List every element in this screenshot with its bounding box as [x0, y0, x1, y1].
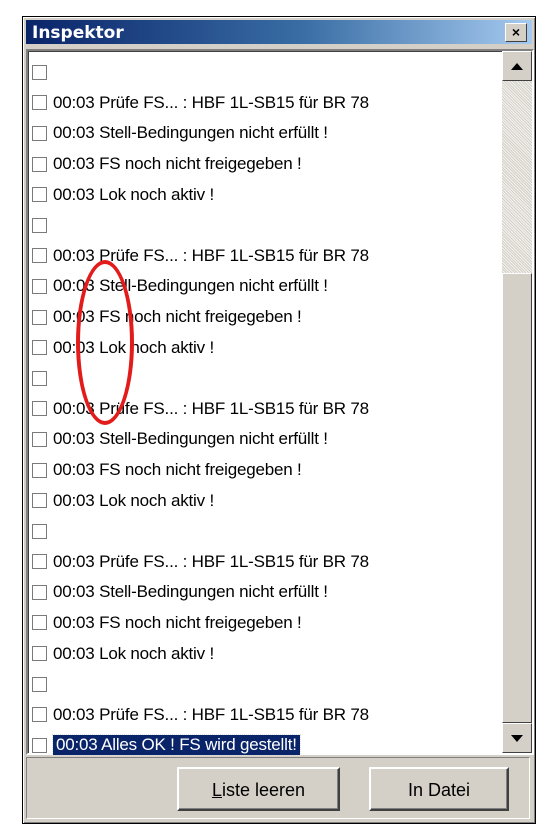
row-text: 00:03 FS noch nicht freigegeben ! [53, 154, 302, 174]
row-text: 00:03 Prüfe FS... : HBF 1L-SB15 für BR 7… [53, 704, 369, 724]
row-checkbox[interactable] [32, 615, 47, 631]
list-item[interactable]: 00:03 Prüfe FS... : HBF 1L-SB15 für BR 7… [32, 394, 492, 425]
list-item[interactable]: 00:03 Prüfe FS... : HBF 1L-SB15 für BR 7… [32, 88, 492, 119]
row-checkbox[interactable] [32, 401, 47, 417]
list-item[interactable]: 00:03 Prüfe FS... : HBF 1L-SB15 für BR 7… [32, 241, 492, 272]
row-checkbox[interactable] [32, 278, 47, 294]
row-text: 00:03 FS noch nicht freigegeben ! [53, 307, 302, 327]
close-button[interactable]: × [505, 23, 527, 42]
list-item[interactable]: 00:03 FS noch nicht freigegeben ! [32, 149, 492, 180]
row-checkbox[interactable] [32, 95, 47, 111]
list-item[interactable]: 00:03 Stell-Bedingungen nicht erfüllt ! [32, 577, 492, 608]
row-checkbox[interactable] [32, 584, 47, 600]
list-item[interactable] [32, 669, 492, 700]
button-bar: Liste leeren In Datei [26, 757, 530, 819]
row-checkbox[interactable] [32, 646, 47, 662]
arrow-down-icon [511, 734, 523, 742]
row-text: 00:03 Lok noch aktiv ! [53, 184, 214, 204]
list-item[interactable] [32, 57, 492, 88]
list-item[interactable]: 00:03 Stell-Bedingungen nicht erfüllt ! [32, 271, 492, 302]
row-text: 00:03 Stell-Bedingungen nicht erfüllt ! [53, 123, 328, 143]
list-item[interactable]: 00:03 Stell-Bedingungen nicht erfüllt ! [32, 424, 492, 455]
row-text: 00:03 Lok noch aktiv ! [53, 490, 214, 510]
row-text: 00:03 Stell-Bedingungen nicht erfüllt ! [53, 276, 328, 296]
scrollbar-thumb[interactable] [502, 273, 532, 723]
list-item[interactable] [32, 516, 492, 547]
close-icon: × [511, 24, 521, 40]
list-item[interactable]: 00:03 Stell-Bedingungen nicht erfüllt ! [32, 118, 492, 149]
row-checkbox[interactable] [32, 187, 47, 203]
row-checkbox[interactable] [32, 64, 47, 80]
row-checkbox[interactable] [32, 248, 47, 264]
list-item[interactable]: 00:03 Prüfe FS... : HBF 1L-SB15 für BR 7… [32, 699, 492, 730]
list-item[interactable]: 00:03 FS noch nicht freigegeben ! [32, 608, 492, 639]
row-checkbox[interactable] [32, 340, 47, 356]
row-checkbox[interactable] [32, 462, 47, 478]
list-item[interactable]: 00:03 Prüfe FS... : HBF 1L-SB15 für BR 7… [32, 547, 492, 578]
row-checkbox[interactable] [32, 370, 47, 386]
vertical-scrollbar[interactable] [502, 51, 532, 753]
row-text: 00:03 Prüfe FS... : HBF 1L-SB15 für BR 7… [53, 398, 369, 418]
row-text: 00:03 Stell-Bedingungen nicht erfüllt ! [53, 582, 328, 602]
row-checkbox[interactable] [32, 156, 47, 172]
scroll-down-button[interactable] [502, 723, 532, 753]
list-item[interactable] [32, 210, 492, 241]
row-text: 00:03 FS noch nicht freigegeben ! [53, 460, 302, 480]
list-item[interactable]: 00:03 Lok noch aktiv ! [32, 332, 492, 363]
row-checkbox[interactable] [32, 309, 47, 325]
row-checkbox[interactable] [32, 707, 47, 723]
row-text: 00:03 Stell-Bedingungen nicht erfüllt ! [53, 429, 328, 449]
row-text: 00:03 Lok noch aktiv ! [53, 337, 214, 357]
row-checkbox[interactable] [32, 523, 47, 539]
clear-list-accelerator: L [211, 780, 222, 800]
log-listbox[interactable]: 00:03 Prüfe FS... : HBF 1L-SB15 für BR 7… [26, 49, 534, 757]
clear-list-button[interactable]: Liste leeren [177, 767, 340, 811]
row-checkbox[interactable] [32, 125, 47, 141]
window-title: Inspektor [32, 23, 124, 43]
row-checkbox[interactable] [32, 737, 47, 753]
row-text: 00:03 FS noch nicht freigegeben ! [53, 612, 302, 632]
list-item[interactable]: 00:03 Lok noch aktiv ! [32, 638, 492, 669]
list-item[interactable]: 00:03 Lok noch aktiv ! [32, 485, 492, 516]
list-item[interactable]: 00:03 Lok noch aktiv ! [32, 179, 492, 210]
row-text: 00:03 Prüfe FS... : HBF 1L-SB15 für BR 7… [53, 551, 369, 571]
row-text: 00:03 Prüfe FS... : HBF 1L-SB15 für BR 7… [53, 245, 369, 265]
row-text: 00:03 Prüfe FS... : HBF 1L-SB15 für BR 7… [53, 92, 369, 112]
title-bar[interactable]: Inspektor × [26, 20, 532, 44]
save-to-file-button[interactable]: In Datei [369, 767, 509, 811]
row-checkbox[interactable] [32, 493, 47, 509]
row-checkbox[interactable] [32, 217, 47, 233]
arrow-up-icon [511, 62, 523, 70]
row-text: 00:03 Lok noch aktiv ! [53, 643, 214, 663]
list-item[interactable] [32, 363, 492, 394]
save-to-file-label: In Datei [407, 780, 471, 800]
inspector-window: Inspektor × 00:03 Prüfe FS... : HBF 1L-S… [22, 16, 536, 824]
row-checkbox[interactable] [32, 554, 47, 570]
scroll-up-button[interactable] [502, 51, 532, 81]
list-item[interactable]: 00:03 FS noch nicht freigegeben ! [32, 302, 492, 333]
list-item[interactable]: 00:03 FS noch nicht freigegeben ! [32, 455, 492, 486]
row-checkbox[interactable] [32, 431, 47, 447]
log-list: 00:03 Prüfe FS... : HBF 1L-SB15 für BR 7… [32, 57, 492, 761]
clear-list-label: iste leeren [221, 780, 306, 800]
row-text: 00:03 Alles OK ! FS wird gestellt! [52, 734, 301, 757]
row-checkbox[interactable] [32, 676, 47, 692]
